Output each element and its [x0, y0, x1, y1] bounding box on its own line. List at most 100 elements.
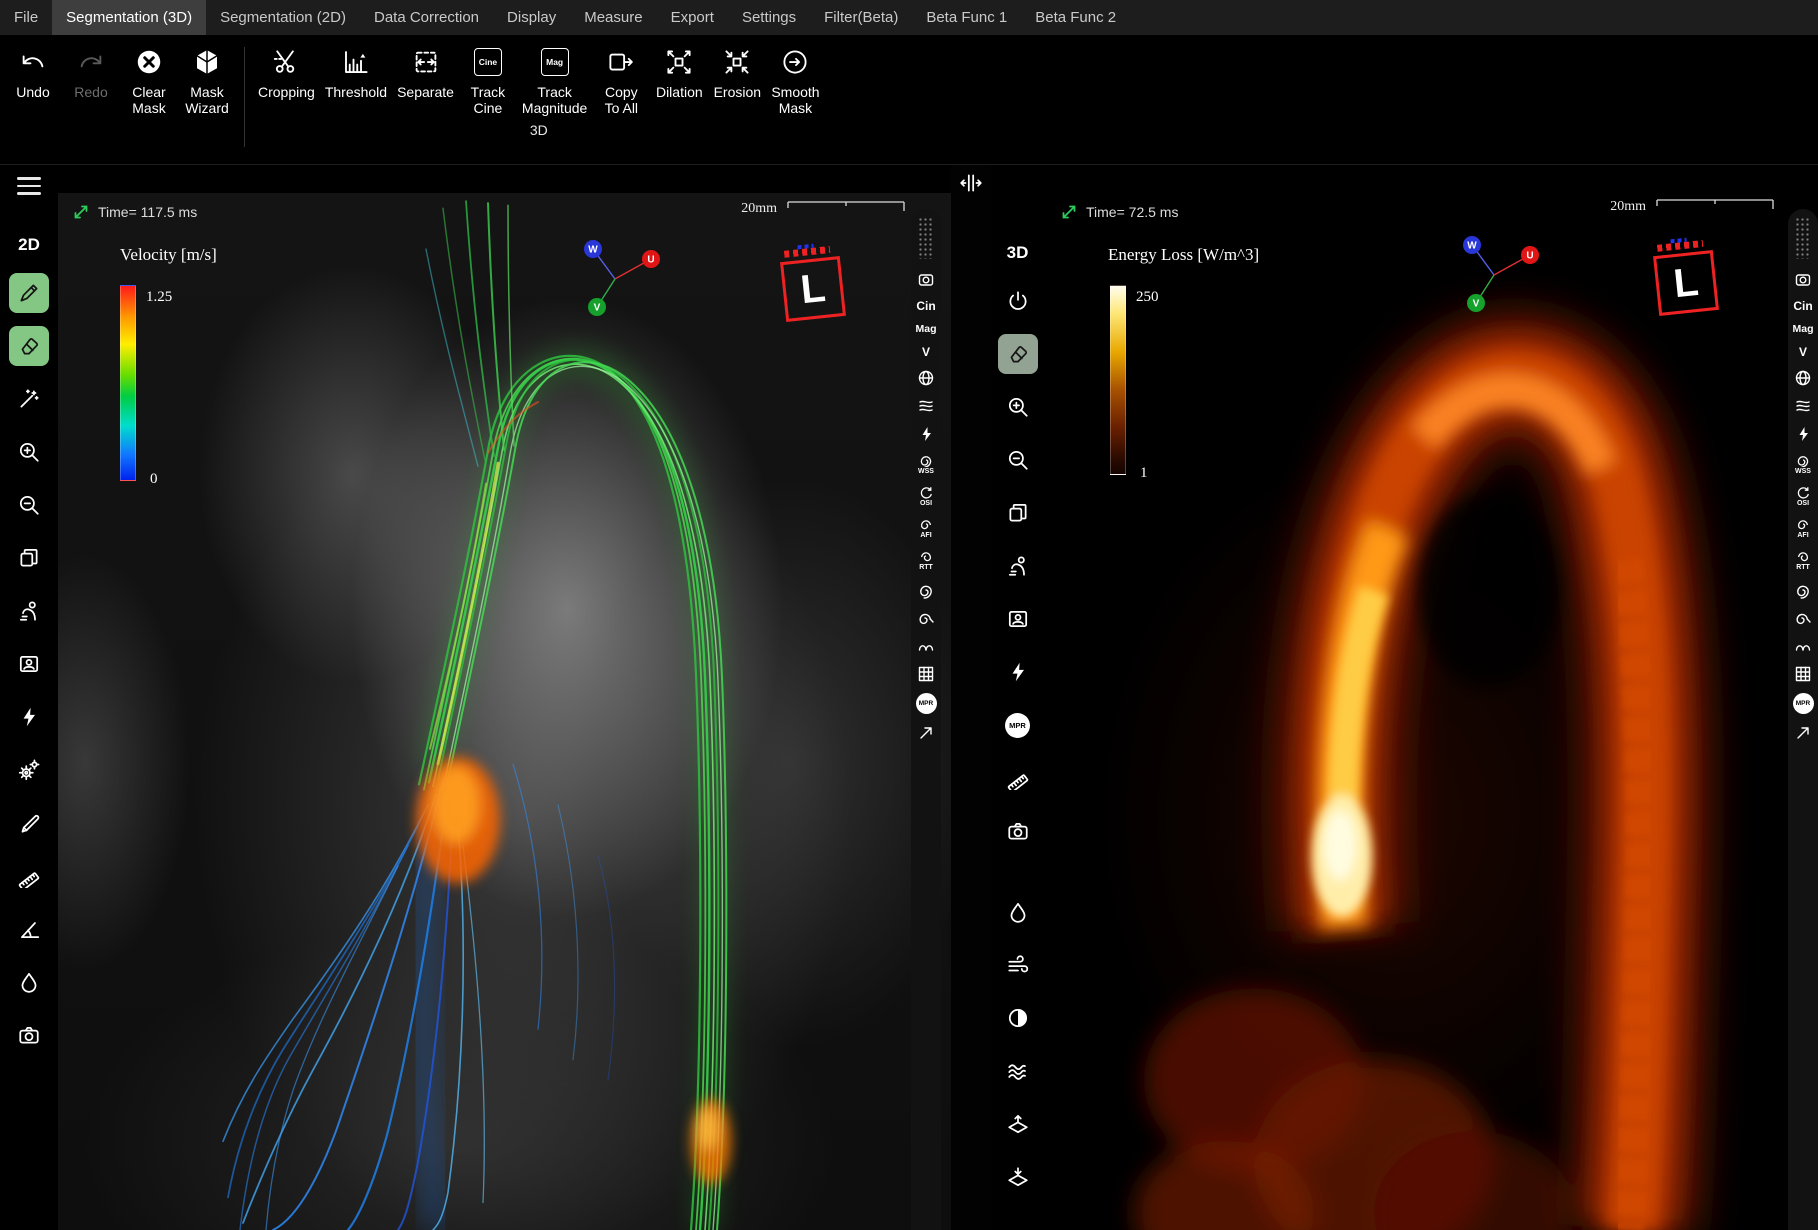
streamlines-icon[interactable]: [1794, 397, 1812, 415]
cine-toggle[interactable]: Cin: [916, 299, 935, 313]
viewport-3d-right[interactable]: Time= 72.5 ms Energy Loss [W/m^3] 250 1 …: [1044, 165, 1818, 1230]
grid-icon[interactable]: [917, 665, 935, 683]
snapshot-tool[interactable]: [9, 1015, 49, 1055]
copy-to-all-button[interactable]: Copy To All: [592, 43, 650, 116]
menu-file[interactable]: File: [0, 0, 52, 35]
magnitude-toggle[interactable]: Mag: [1793, 323, 1814, 335]
patient-card-3d-tool[interactable]: [998, 599, 1038, 639]
splitter-icon[interactable]: [959, 171, 983, 195]
clear-mask-button[interactable]: Clear Mask: [120, 43, 178, 116]
spiral-tail-icon[interactable]: [917, 609, 935, 627]
spiral-tail-icon[interactable]: [1794, 609, 1812, 627]
lightning-icon[interactable]: [917, 425, 935, 443]
expand-icon[interactable]: [72, 203, 90, 221]
separate-button[interactable]: Separate: [392, 43, 459, 100]
menu-segmentation-2d[interactable]: Segmentation (2D): [206, 0, 360, 35]
menu-export[interactable]: Export: [657, 0, 728, 35]
menu-segmentation-3d[interactable]: Segmentation (3D): [52, 0, 206, 35]
ruler-3d-tool[interactable]: [998, 758, 1038, 798]
patient-flow-3d-tool[interactable]: [998, 546, 1038, 586]
rtt-tool[interactable]: RTT: [919, 549, 933, 571]
droplet-tool[interactable]: [9, 962, 49, 1002]
cropping-button[interactable]: Cropping: [253, 43, 320, 100]
view-icon[interactable]: [917, 271, 935, 289]
osi-tool[interactable]: OSI: [919, 485, 933, 507]
flow-lines-tool[interactable]: [998, 945, 1038, 985]
mask-wizard-button[interactable]: Mask Wizard: [178, 43, 236, 116]
probe-3d-tool[interactable]: [998, 652, 1038, 692]
redo-button[interactable]: Redo: [62, 43, 120, 100]
zoom-out-3d-tool[interactable]: [998, 440, 1038, 480]
ruler-tool[interactable]: [9, 856, 49, 896]
zoom-out-tool[interactable]: [9, 485, 49, 525]
zoom-in-3d-tool[interactable]: [998, 387, 1038, 427]
power-tool[interactable]: [998, 281, 1038, 321]
wss-tool[interactable]: WSS: [1795, 453, 1811, 475]
patient-card-tool[interactable]: [9, 644, 49, 684]
droplet-3d-tool[interactable]: [998, 892, 1038, 932]
track-cine-button[interactable]: Cine Track Cine: [459, 43, 517, 116]
erosion-button[interactable]: Erosion: [708, 43, 766, 100]
menu-beta-func-1[interactable]: Beta Func 1: [912, 0, 1021, 35]
expand-icon[interactable]: [1060, 203, 1078, 221]
vortex-icon[interactable]: [917, 637, 935, 655]
dilation-button[interactable]: Dilation: [650, 43, 708, 100]
track-magnitude-button[interactable]: Mag Track Magnitude: [517, 43, 592, 116]
strip-drag-handle[interactable]: [1795, 217, 1811, 259]
clip-plane-down-tool[interactable]: [998, 1157, 1038, 1197]
velocity-vector-toggle[interactable]: V: [1799, 345, 1807, 359]
duplicate-3d-tool[interactable]: [998, 493, 1038, 533]
mpr-3d-tool[interactable]: MPR: [998, 705, 1038, 745]
marker-pen-tool[interactable]: [9, 803, 49, 843]
brush-tool[interactable]: [9, 273, 49, 313]
menu-data-correction[interactable]: Data Correction: [360, 0, 493, 35]
velocity-vector-toggle[interactable]: V: [922, 345, 930, 359]
vortex-icon[interactable]: [1794, 637, 1812, 655]
menu-measure[interactable]: Measure: [570, 0, 656, 35]
probe-tool[interactable]: [9, 697, 49, 737]
afi-tool[interactable]: AFI: [1796, 517, 1810, 539]
view-icon[interactable]: [1794, 271, 1812, 289]
zoom-in-tool[interactable]: [9, 432, 49, 472]
clip-plane-up-tool[interactable]: [998, 1104, 1038, 1144]
snapshot-3d-tool[interactable]: [998, 811, 1038, 851]
mpr-button[interactable]: MPR: [916, 693, 937, 714]
magic-wand-tool[interactable]: [9, 379, 49, 419]
lightning-icon[interactable]: [1794, 425, 1812, 443]
diag-arrow-icon[interactable]: [917, 724, 935, 742]
energy-loss-render[interactable]: [1044, 193, 1818, 1230]
eraser-3d-tool[interactable]: [998, 334, 1038, 374]
spiral-icon[interactable]: [1794, 581, 1812, 599]
undo-button[interactable]: Undo: [4, 43, 62, 100]
eraser-tool[interactable]: [9, 326, 49, 366]
globe-icon[interactable]: [917, 369, 935, 387]
menu-settings[interactable]: Settings: [728, 0, 810, 35]
diag-arrow-icon[interactable]: [1794, 724, 1812, 742]
wss-tool[interactable]: WSS: [918, 453, 934, 475]
orientation-axes[interactable]: W U V: [563, 233, 673, 325]
globe-icon[interactable]: [1794, 369, 1812, 387]
viewport-splitter[interactable]: [951, 165, 991, 1230]
menu-beta-func-2[interactable]: Beta Func 2: [1021, 0, 1130, 35]
osi-tool[interactable]: OSI: [1796, 485, 1810, 507]
menu-toggle[interactable]: [17, 177, 41, 195]
settings-tool[interactable]: [9, 750, 49, 790]
strip-drag-handle[interactable]: [918, 217, 934, 259]
duplicate-tool[interactable]: [9, 538, 49, 578]
angle-tool[interactable]: [9, 909, 49, 949]
threshold-button[interactable]: Threshold: [320, 43, 392, 100]
grid-icon[interactable]: [1794, 665, 1812, 683]
viewport-3d-left[interactable]: Time= 117.5 ms Velocity [m/s] 1.25 0 20m…: [58, 165, 951, 1230]
menu-filter-beta[interactable]: Filter(Beta): [810, 0, 912, 35]
patient-flow-tool[interactable]: [9, 591, 49, 631]
afi-tool[interactable]: AFI: [919, 517, 933, 539]
streamlines-icon[interactable]: [917, 397, 935, 415]
orientation-axes[interactable]: W U V: [1442, 229, 1552, 321]
magnitude-toggle[interactable]: Mag: [916, 323, 937, 335]
rtt-tool[interactable]: RTT: [1796, 549, 1810, 571]
waves-tool[interactable]: [998, 1051, 1038, 1091]
spiral-icon[interactable]: [917, 581, 935, 599]
cine-toggle[interactable]: Cin: [1793, 299, 1812, 313]
contrast-tool[interactable]: [998, 998, 1038, 1038]
smooth-mask-button[interactable]: Smooth Mask: [766, 43, 824, 116]
